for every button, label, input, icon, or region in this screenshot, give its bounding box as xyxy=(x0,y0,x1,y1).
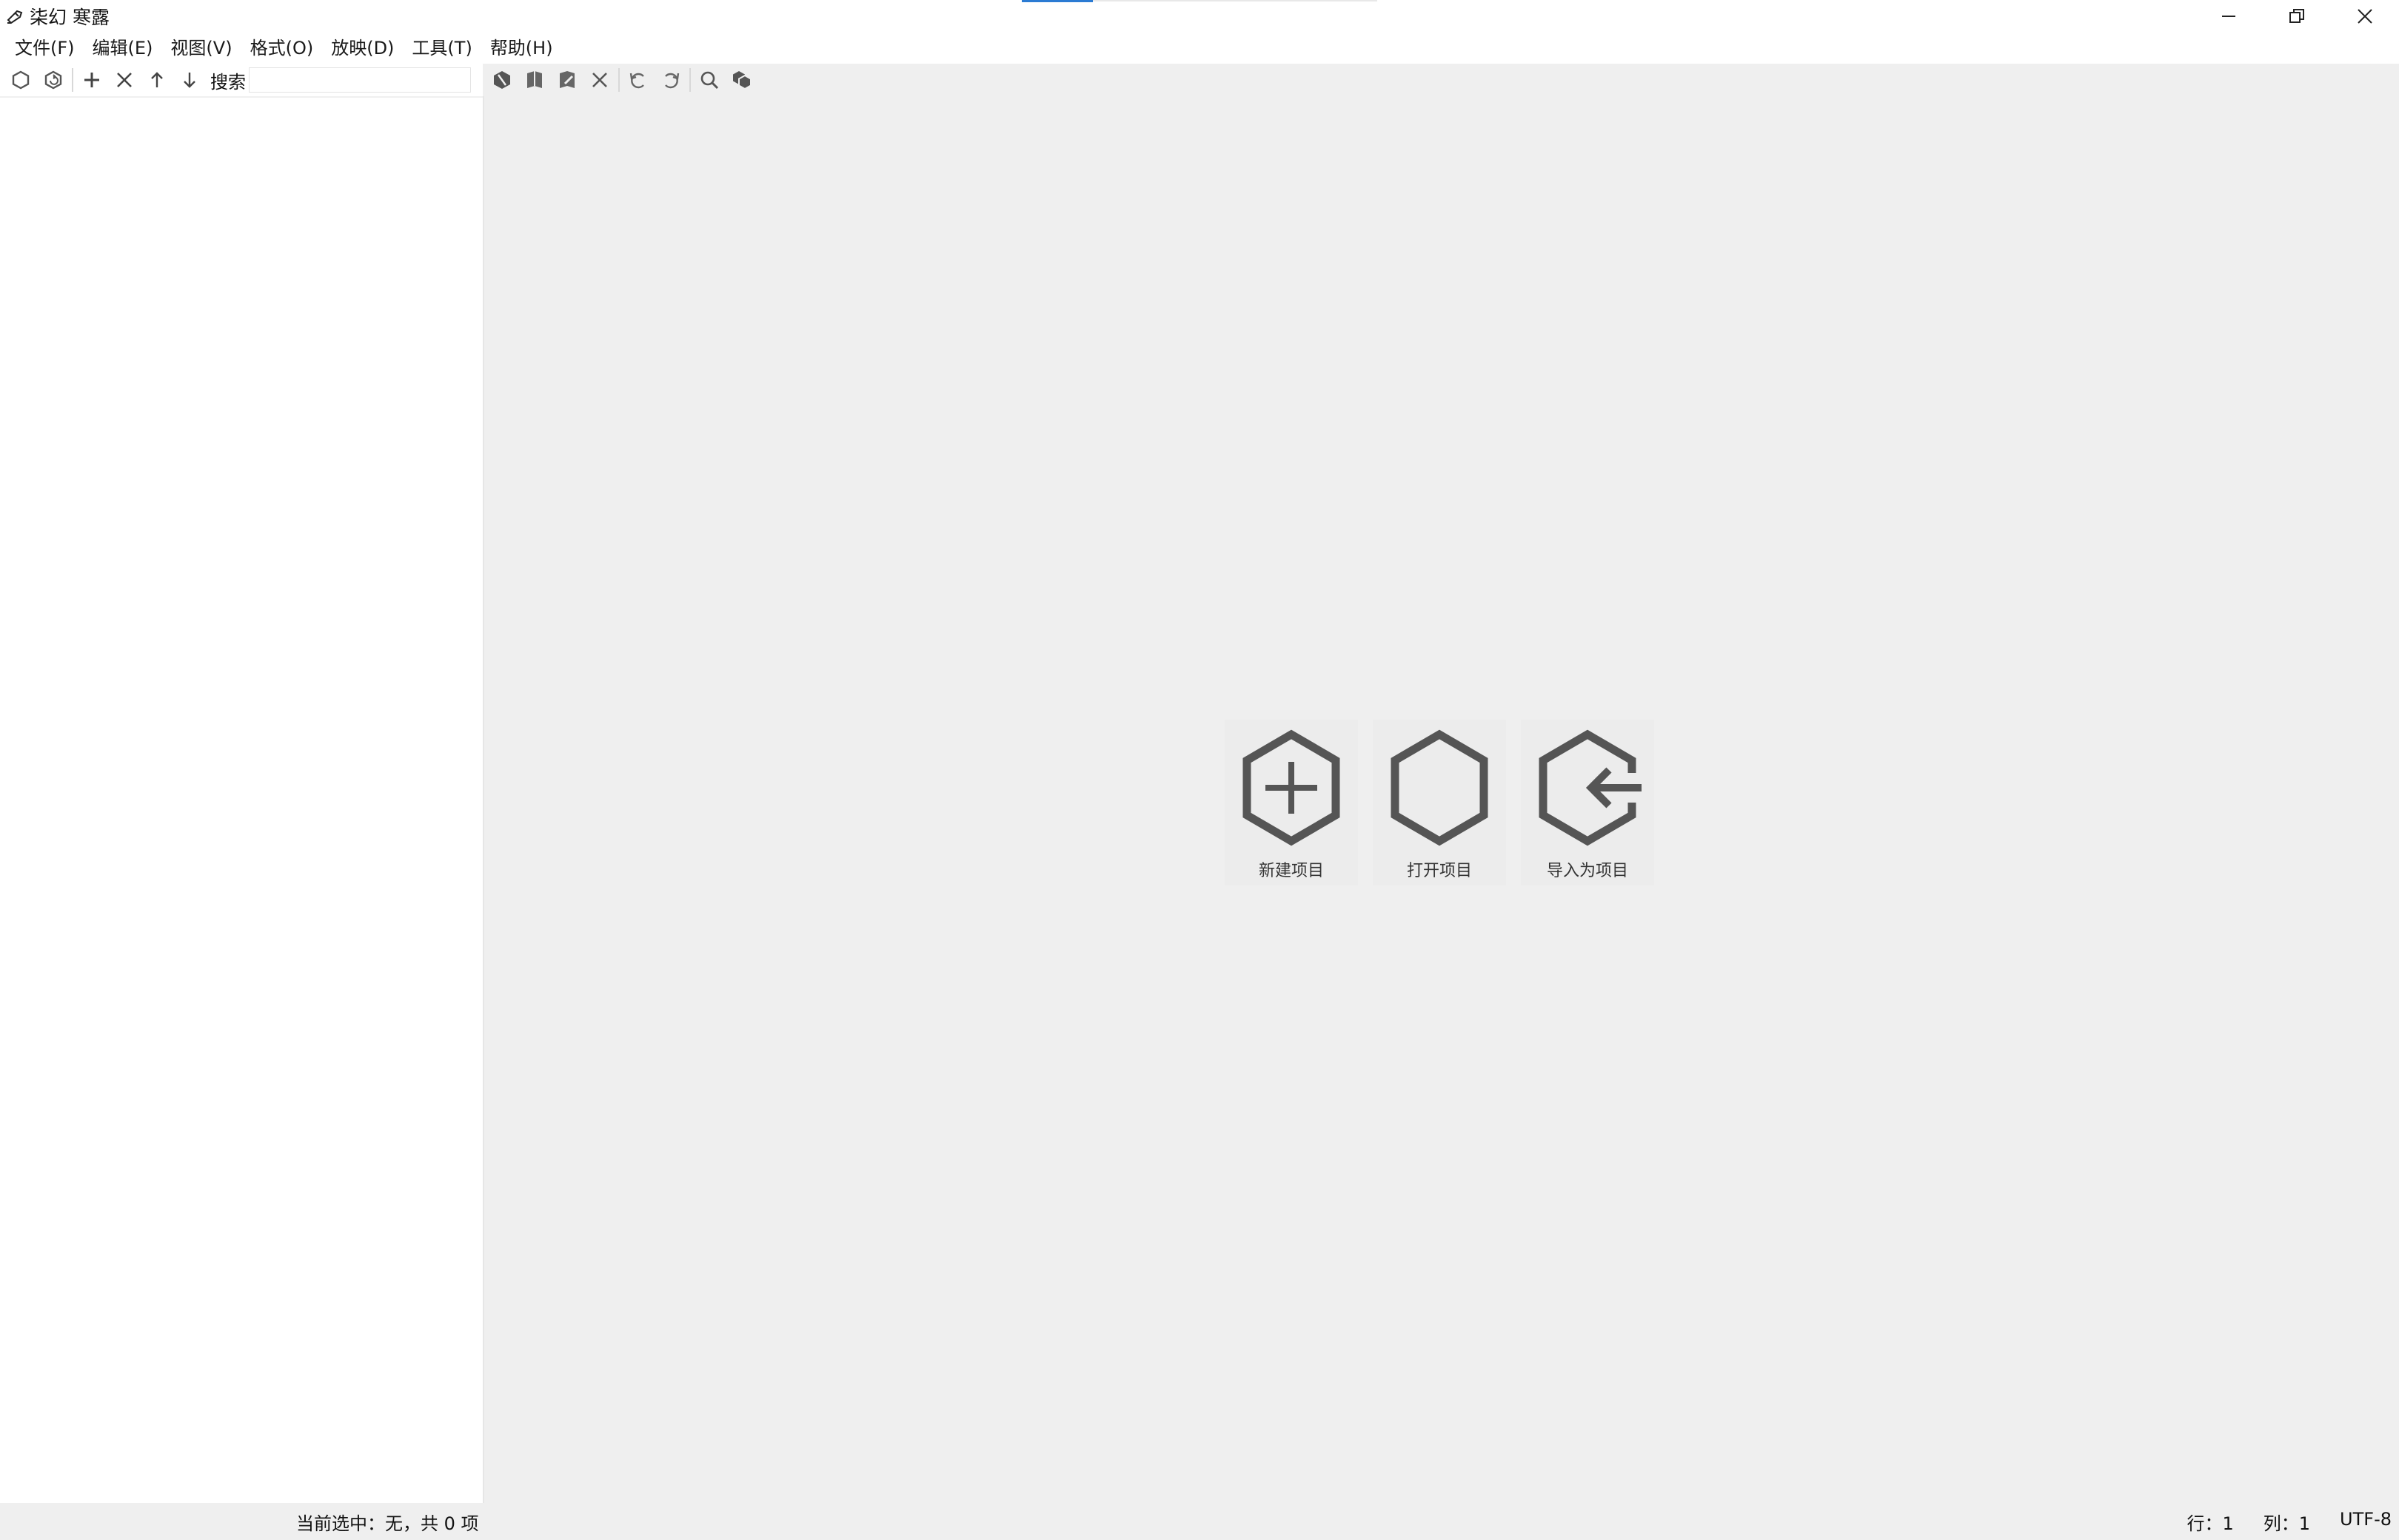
search-label: 搜索 xyxy=(210,71,246,93)
restore-button[interactable] xyxy=(2263,0,2331,33)
move-down-button[interactable] xyxy=(173,64,206,96)
row-indicator: 行：1 xyxy=(2186,1513,2234,1534)
restore-icon xyxy=(2289,9,2304,23)
book-edit-icon xyxy=(560,71,575,88)
redo-button[interactable] xyxy=(655,64,687,96)
move-up-icon xyxy=(151,72,163,87)
toolbar-separator xyxy=(689,68,691,92)
app-logo-icon xyxy=(3,4,27,28)
open-project-button[interactable]: 打开项目 xyxy=(1373,720,1506,886)
import-project-icon xyxy=(1539,729,1642,846)
close-icon xyxy=(2358,9,2372,24)
hexagon-button[interactable] xyxy=(4,64,37,96)
new-project-label: 新建项目 xyxy=(1258,862,1324,880)
title-bar: 柒幻 寒露 xyxy=(0,0,2399,33)
welcome-actions: 新建项目 打开项目 导入为项目 xyxy=(1225,720,1654,886)
menu-format[interactable]: 格式(O) xyxy=(241,33,323,64)
search-input[interactable] xyxy=(249,67,471,93)
menu-tools[interactable]: 工具(T) xyxy=(403,33,481,64)
menu-file[interactable]: 文件(F) xyxy=(6,33,84,64)
title-accent-line xyxy=(1022,0,1093,2)
import-project-button[interactable]: 导入为项目 xyxy=(1521,720,1654,886)
book-button[interactable] xyxy=(518,64,551,96)
menu-edit[interactable]: 编辑(E) xyxy=(84,33,162,64)
hexagon-icon xyxy=(12,70,30,90)
menu-view[interactable]: 视图(V) xyxy=(161,33,241,64)
delete-button[interactable] xyxy=(108,64,141,96)
title-accent-track xyxy=(1093,0,1377,1)
editor-toolbar xyxy=(486,64,758,96)
undo-button[interactable] xyxy=(622,64,655,96)
add-icon xyxy=(84,73,99,87)
menu-bar: 文件(F) 编辑(E) 视图(V) 格式(O) 放映(D) 工具(T) 帮助(H… xyxy=(0,33,2399,64)
hexagons-icon xyxy=(733,71,752,90)
import-project-label: 导入为项目 xyxy=(1546,862,1628,880)
toolbar-separator xyxy=(72,68,73,92)
undo-icon xyxy=(629,73,644,89)
minimize-icon xyxy=(2222,16,2235,17)
new-project-icon xyxy=(1242,729,1340,846)
window-title: 柒幻 寒露 xyxy=(30,7,110,28)
new-project-button[interactable]: 新建项目 xyxy=(1225,720,1358,886)
project-tree-pane[interactable] xyxy=(0,96,483,1503)
cursor-status: 行：1 列：1 UTF-8 xyxy=(2186,1509,2392,1535)
selection-status: 当前选中：无，共 0 项 xyxy=(296,1513,479,1534)
menu-present[interactable]: 放映(D) xyxy=(322,33,403,64)
book-edit-button[interactable] xyxy=(551,64,583,96)
editor-area: 新建项目 打开项目 导入为项目 xyxy=(484,96,2399,1503)
minimize-button[interactable] xyxy=(2195,0,2263,33)
close-document-button[interactable] xyxy=(583,64,616,96)
close-window-button[interactable] xyxy=(2331,0,2399,33)
open-project-icon xyxy=(1391,729,1488,846)
render-icon xyxy=(494,71,510,89)
column-indicator: 列：1 xyxy=(2263,1513,2311,1534)
status-bar: 当前选中：无，共 0 项 行：1 列：1 UTF-8 xyxy=(0,1503,2399,1540)
window-controls xyxy=(2195,0,2399,33)
hexagon-refresh-button[interactable] xyxy=(37,64,70,96)
add-button[interactable] xyxy=(76,64,108,96)
move-down-icon xyxy=(184,73,195,88)
encoding-indicator[interactable]: UTF-8 xyxy=(2340,1509,2392,1535)
menu-help[interactable]: 帮助(H) xyxy=(481,33,562,64)
hexagon-refresh-icon xyxy=(44,70,62,90)
open-project-label: 打开项目 xyxy=(1406,862,1472,880)
redo-icon xyxy=(665,73,680,89)
toolbar-separator xyxy=(618,68,620,92)
left-toolbar: 搜索 xyxy=(0,64,483,96)
search-button[interactable] xyxy=(693,64,726,96)
search-icon xyxy=(700,71,719,90)
hexagons-button[interactable] xyxy=(726,64,758,96)
move-up-button[interactable] xyxy=(141,64,173,96)
render-button[interactable] xyxy=(486,64,518,96)
delete-icon xyxy=(117,73,132,87)
book-icon xyxy=(527,71,542,88)
close-document-icon xyxy=(592,73,607,87)
